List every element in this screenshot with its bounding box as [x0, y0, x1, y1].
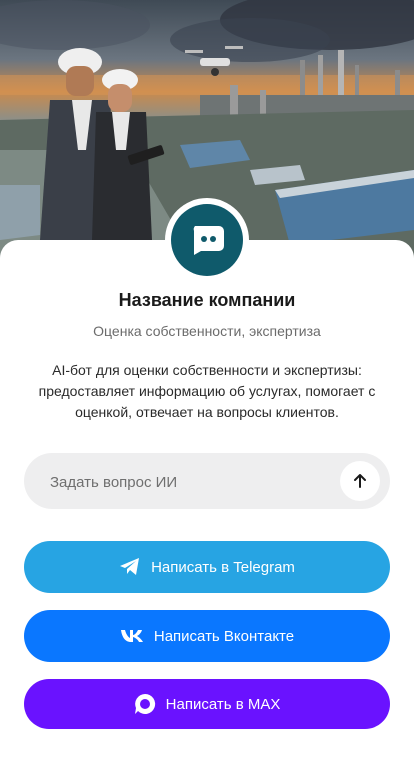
telegram-button[interactable]: Написать в Telegram: [24, 541, 390, 593]
company-name: Название компании: [118, 290, 296, 310]
send-button[interactable]: [340, 461, 380, 501]
max-icon: [134, 693, 156, 715]
vk-icon: [120, 629, 144, 643]
ask-ai-input[interactable]: [48, 453, 352, 511]
chat-bot-icon: [189, 224, 225, 256]
telegram-icon: [119, 557, 141, 577]
company-category: Оценка собственности, экспертиза: [93, 323, 321, 339]
max-button[interactable]: Написать в MAX: [24, 679, 390, 729]
vk-button[interactable]: Написать Вконтакте: [24, 610, 390, 662]
vk-button-label: Написать Вконтакте: [153, 627, 295, 645]
avatar: [171, 204, 243, 276]
max-button-label: Написать в MAX: [165, 695, 281, 713]
company-description: AI-бот для оценки собственности и экспер…: [38, 362, 376, 420]
ask-ai-field: [24, 453, 390, 511]
telegram-button-label: Написать в Telegram: [151, 558, 295, 576]
arrow-up-icon: [352, 473, 368, 489]
